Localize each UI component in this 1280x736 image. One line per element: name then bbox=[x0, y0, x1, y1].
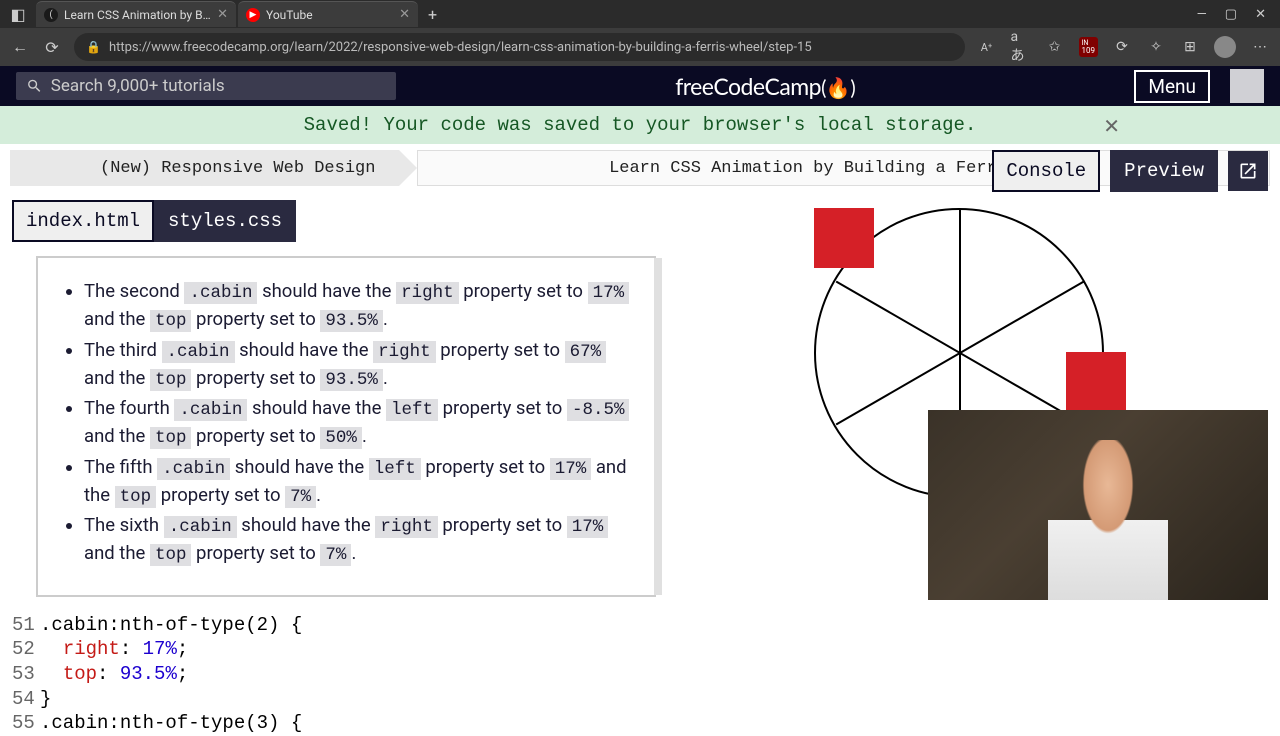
instructions-panel: The second .cabin should have the right … bbox=[36, 256, 656, 597]
favicon-fcc: ( bbox=[44, 8, 58, 22]
favicon-youtube: ▶ bbox=[246, 8, 260, 22]
search-box[interactable] bbox=[16, 72, 396, 100]
lock-icon: 🔒 bbox=[86, 40, 101, 54]
profile-avatar[interactable] bbox=[1214, 36, 1236, 58]
notification-text: Saved! Your code was saved to your brows… bbox=[304, 114, 977, 136]
line-number: 51 bbox=[12, 613, 40, 638]
refresh-button[interactable]: ⟳ bbox=[42, 38, 62, 57]
menu-button[interactable]: Menu bbox=[1134, 70, 1210, 103]
breadcrumb-course[interactable]: (New) Responsive Web Design bbox=[10, 150, 399, 186]
minimize-icon[interactable]: — bbox=[1197, 7, 1207, 22]
save-notification: Saved! Your code was saved to your brows… bbox=[0, 106, 1280, 144]
editor-line[interactable]: 52 right: 17%; bbox=[12, 637, 752, 662]
instructions-list: The second .cabin should have the right … bbox=[58, 278, 634, 569]
line-number: 55 bbox=[12, 711, 40, 736]
fcc-header: freeCodeCamp(🔥) Menu bbox=[0, 66, 1280, 106]
tab-console[interactable]: Console bbox=[992, 150, 1100, 192]
instruction-item: The second .cabin should have the right … bbox=[84, 278, 634, 335]
line-number: 52 bbox=[12, 637, 40, 662]
cabin bbox=[814, 208, 874, 268]
close-icon[interactable]: ✕ bbox=[399, 7, 410, 22]
webcam-overlay bbox=[928, 410, 1268, 600]
line-number: 53 bbox=[12, 662, 40, 687]
editor-line[interactable]: 55.cabin:nth-of-type(3) { bbox=[12, 711, 752, 736]
toolbar-right: A⁺ aあ ✩ IN109 ⟳ ✧ ⊞ ⋯ bbox=[977, 36, 1271, 58]
tab-title: YouTube bbox=[266, 8, 393, 22]
user-avatar[interactable] bbox=[1230, 69, 1264, 103]
tab-bar: ( Learn CSS Animation by Building ✕ ▶ Yo… bbox=[36, 0, 445, 28]
editor-line[interactable]: 53 top: 93.5%; bbox=[12, 662, 752, 687]
search-input[interactable] bbox=[51, 76, 386, 96]
favorite-icon[interactable]: ✩ bbox=[1045, 37, 1065, 57]
tab-index-html[interactable]: index.html bbox=[12, 200, 154, 242]
webcam-person bbox=[1048, 440, 1168, 600]
reader-icon[interactable]: A⁺ bbox=[977, 37, 997, 57]
maximize-icon[interactable]: ▢ bbox=[1225, 7, 1237, 22]
instruction-item: The fourth .cabin should have the left p… bbox=[84, 395, 634, 452]
close-icon[interactable]: ✕ bbox=[217, 7, 228, 22]
editor-line[interactable]: 54} bbox=[12, 687, 752, 712]
ublock-badge[interactable]: IN109 bbox=[1079, 37, 1099, 57]
collections-icon[interactable]: ✧ bbox=[1146, 37, 1166, 57]
instruction-item: The fifth .cabin should have the left pr… bbox=[84, 454, 634, 511]
address-bar: ← ⟳ 🔒 https://www.freecodecamp.org/learn… bbox=[0, 28, 1280, 66]
code-text: right: 17%; bbox=[40, 637, 188, 662]
code-text: .cabin:nth-of-type(2) { bbox=[40, 613, 302, 638]
instruction-item: The sixth .cabin should have the right p… bbox=[84, 512, 634, 569]
panel-toggle-icon[interactable]: ◧ bbox=[6, 2, 30, 26]
cabin bbox=[1066, 352, 1126, 412]
code-text: top: 93.5%; bbox=[40, 662, 188, 687]
tab-preview[interactable]: Preview bbox=[1110, 150, 1218, 192]
popout-icon bbox=[1238, 161, 1258, 181]
back-button[interactable]: ← bbox=[10, 37, 30, 57]
close-window-icon[interactable]: ✕ bbox=[1255, 7, 1266, 22]
translate-icon[interactable]: aあ bbox=[1011, 37, 1031, 57]
line-number: 54 bbox=[12, 687, 40, 712]
sync-icon[interactable]: ⟳ bbox=[1112, 37, 1132, 57]
right-column: Console Preview bbox=[752, 200, 1268, 736]
file-tabs: index.html styles.css bbox=[12, 200, 752, 242]
browser-tab-fcc[interactable]: ( Learn CSS Animation by Building ✕ bbox=[36, 1, 236, 27]
search-icon bbox=[26, 77, 43, 95]
fcc-logo[interactable]: freeCodeCamp(🔥) bbox=[408, 72, 1122, 100]
browser-tab-youtube[interactable]: ▶ YouTube ✕ bbox=[238, 1, 418, 27]
new-tab-button[interactable]: + bbox=[420, 5, 445, 24]
workspace: index.html styles.css The second .cabin … bbox=[0, 200, 1280, 736]
more-icon[interactable]: ⋯ bbox=[1250, 37, 1270, 57]
browser-tab-strip: ◧ ( Learn CSS Animation by Building ✕ ▶ … bbox=[0, 0, 1280, 28]
instruction-item: The third .cabin should have the right p… bbox=[84, 337, 634, 394]
code-text: } bbox=[40, 687, 51, 712]
window-controls: — ▢ ✕ bbox=[1197, 7, 1274, 22]
tab-title: Learn CSS Animation by Building bbox=[64, 8, 211, 22]
close-icon[interactable]: ✕ bbox=[1103, 114, 1120, 140]
editor-line[interactable]: 51.cabin:nth-of-type(2) { bbox=[12, 613, 752, 638]
left-column: index.html styles.css The second .cabin … bbox=[12, 200, 752, 736]
extensions-icon[interactable]: ⊞ bbox=[1180, 37, 1200, 57]
code-editor[interactable]: 51.cabin:nth-of-type(2) {52 right: 17%;5… bbox=[12, 613, 752, 736]
preview-area bbox=[752, 200, 1268, 600]
url-field[interactable]: 🔒 https://www.freecodecamp.org/learn/202… bbox=[74, 33, 965, 61]
popout-button[interactable] bbox=[1228, 151, 1268, 191]
right-tabs: Console Preview bbox=[992, 150, 1268, 192]
tab-styles-css[interactable]: styles.css bbox=[154, 200, 296, 242]
code-text: .cabin:nth-of-type(3) { bbox=[40, 711, 302, 736]
url-text: https://www.freecodecamp.org/learn/2022/… bbox=[109, 40, 812, 55]
